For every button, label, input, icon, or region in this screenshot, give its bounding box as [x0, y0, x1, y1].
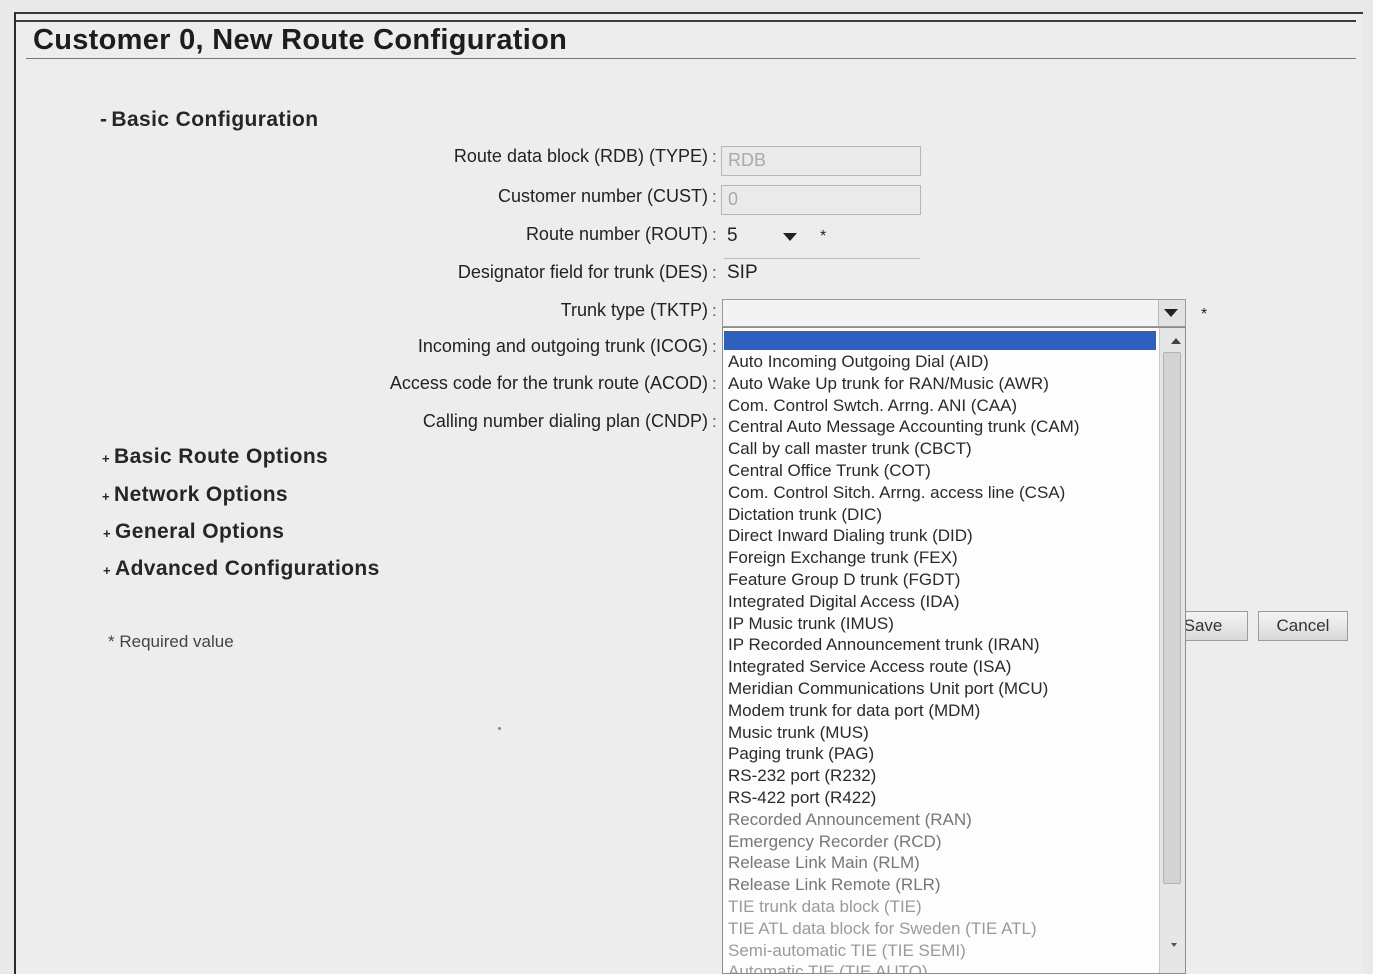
colon: : — [712, 187, 717, 206]
rout-select[interactable]: 5 — [727, 225, 738, 247]
list-item[interactable]: Modem trunk for data port (MDM) — [728, 700, 1158, 722]
colon: : — [712, 301, 717, 320]
section-general-options[interactable]: + General Options — [103, 520, 284, 544]
expand-marker-icon: + — [102, 451, 110, 466]
page-title: Customer 0, New Route Configuration — [33, 24, 568, 56]
colon: : — [712, 337, 717, 356]
list-item[interactable]: Semi-automatic TIE (TIE SEMI) — [728, 940, 1158, 962]
scrollbar-thumb[interactable] — [1163, 352, 1181, 884]
list-item[interactable]: Auto Incoming Outgoing Dial (AID) — [728, 351, 1158, 373]
list-item[interactable]: Integrated Digital Access (IDA) — [728, 591, 1158, 613]
list-item[interactable]: Com. Control Sitch. Arrng. access line (… — [728, 482, 1158, 504]
list-item[interactable]: Emergency Recorder (RCD) — [728, 831, 1158, 853]
icog-label: Incoming and outgoing trunk (ICOG) — [417, 336, 708, 356]
section-network-options[interactable]: + Network Options — [102, 483, 288, 507]
list-item[interactable]: Central Auto Message Accounting trunk (C… — [728, 416, 1158, 438]
list-item[interactable]: Music trunk (MUS) — [728, 722, 1158, 744]
list-item[interactable]: Release Link Main (RLM) — [728, 852, 1158, 874]
list-item[interactable]: RS-232 port (R232) — [728, 765, 1158, 787]
cust-label: Customer number (CUST) — [497, 186, 708, 206]
tktp-select[interactable] — [722, 299, 1186, 327]
list-item[interactable]: Central Office Trunk (COT) — [728, 460, 1158, 482]
required-marker: * — [1201, 306, 1208, 323]
cancel-button[interactable]: Cancel — [1258, 611, 1348, 641]
cndp-label: Calling number dialing plan (CNDP) — [422, 411, 708, 431]
list-item[interactable]: Meridian Communications Unit port (MCU) — [728, 678, 1158, 700]
section-basic-route-options[interactable]: + Basic Route Options — [102, 445, 328, 469]
colon: : — [712, 263, 717, 282]
tktp-label: Trunk type (TKTP) — [560, 300, 708, 320]
des-label: Designator field for trunk (DES) — [457, 262, 708, 282]
acod-label: Access code for the trunk route (ACOD) — [389, 373, 708, 393]
colon: : — [712, 147, 717, 166]
list-item[interactable]: Com. Control Swtch. Arrng. ANI (CAA) — [728, 395, 1158, 417]
list-item[interactable]: TIE trunk data block (TIE) — [728, 896, 1158, 918]
list-item[interactable]: Foreign Exchange trunk (FEX) — [728, 547, 1158, 569]
trunk-type-options: Auto Incoming Outgoing Dial (AID) Auto Wa… — [728, 351, 1158, 973]
rdb-field: RDB — [721, 146, 921, 176]
title-rule — [16, 20, 1356, 22]
list-item[interactable]: Feature Group D trunk (FGDT) — [728, 569, 1158, 591]
colon: : — [712, 225, 717, 244]
list-item[interactable]: Recorded Announcement (RAN) — [728, 809, 1158, 831]
section-label: Network Options — [114, 483, 289, 506]
section-label: Basic Route Options — [114, 445, 329, 468]
colon: : — [712, 374, 717, 393]
scroll-down-icon[interactable] — [1171, 943, 1177, 947]
list-item[interactable]: RS-422 port (R422) — [728, 787, 1158, 809]
scroll-up-icon[interactable] — [1171, 338, 1181, 344]
list-item[interactable]: Paging trunk (PAG) — [728, 743, 1158, 765]
rout-label: Route number (ROUT) — [525, 224, 708, 244]
list-item[interactable]: Dictation trunk (DIC) — [728, 504, 1158, 526]
expand-marker-icon: + — [102, 489, 110, 504]
expand-marker-icon: + — [103, 526, 111, 541]
list-item[interactable]: Auto Wake Up trunk for RAN/Music (AWR) — [728, 373, 1158, 395]
list-item[interactable]: Call by call master trunk (CBCT) — [728, 438, 1158, 460]
section-label: General Options — [115, 520, 285, 543]
expand-marker-icon: + — [103, 563, 111, 578]
chevron-down-icon — [1164, 309, 1178, 317]
des-input[interactable]: SIP — [727, 262, 758, 284]
list-item[interactable]: Direct Inward Dialing trunk (DID) — [728, 525, 1158, 547]
list-item[interactable]: IP Music trunk (IMUS) — [728, 613, 1158, 635]
rout-underline — [724, 258, 920, 259]
rout-dropdown-icon[interactable] — [783, 233, 797, 241]
list-item[interactable]: Release Link Remote (RLR) — [728, 874, 1158, 896]
scrollbar[interactable] — [1159, 328, 1185, 973]
cust-field: 0 — [721, 185, 921, 215]
list-item[interactable]: Integrated Service Access route (ISA) — [728, 656, 1158, 678]
list-item[interactable]: Automatic TIE (TIE AUTO) — [728, 961, 1158, 973]
collapse-marker-icon: - — [100, 108, 108, 131]
section-advanced-configurations[interactable]: + Advanced Configurations — [103, 557, 380, 581]
required-value-note: * Required value — [108, 632, 234, 651]
section-label: Basic Configuration — [111, 108, 319, 131]
required-marker: * — [820, 228, 827, 245]
section-basic-configuration[interactable]: - Basic Configuration — [100, 108, 319, 132]
speck — [498, 727, 501, 730]
list-item-selected-blank[interactable] — [724, 331, 1156, 350]
list-item[interactable]: TIE ATL data block for Sweden (TIE ATL) — [728, 918, 1158, 940]
rdb-label: Route data block (RDB) (TYPE) — [453, 146, 708, 166]
list-item[interactable]: IP Recorded Announcement trunk (IRAN) — [728, 634, 1158, 656]
title-divider — [26, 58, 1356, 59]
tktp-dropdown-list[interactable]: Auto Incoming Outgoing Dial (AID) Auto Wa… — [722, 327, 1186, 974]
section-label: Advanced Configurations — [115, 557, 380, 580]
tktp-dropdown-button[interactable] — [1158, 300, 1185, 326]
colon: : — [712, 412, 717, 431]
